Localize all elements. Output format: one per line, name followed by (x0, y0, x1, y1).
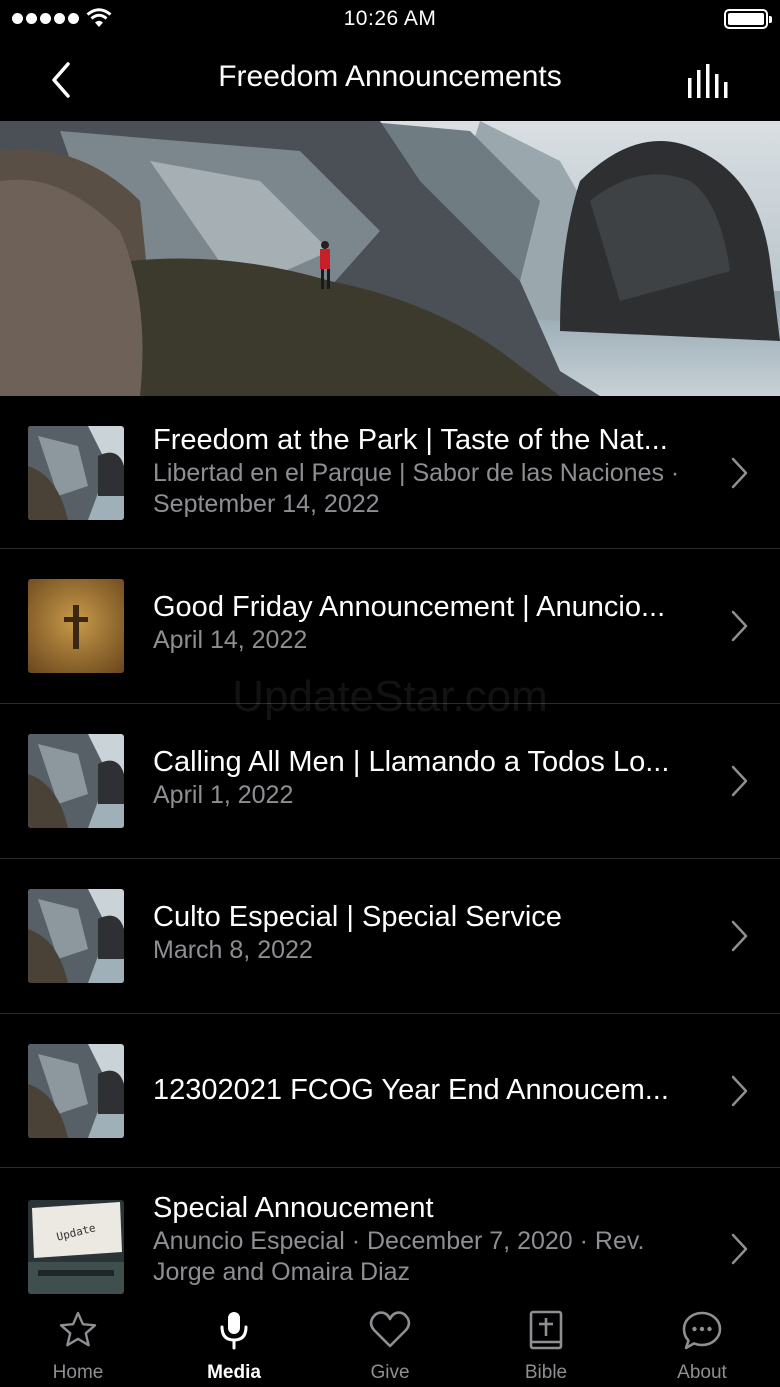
list-item[interactable]: 12302021 FCOG Year End Annoucem... (0, 1014, 780, 1168)
tab-label: Home (52, 1362, 104, 1383)
list-item[interactable]: Good Friday Announcement | Anuncio... Ap… (0, 549, 780, 704)
chevron-right-icon (731, 765, 748, 797)
tab-label: Give (370, 1362, 410, 1383)
item-thumbnail (28, 426, 124, 520)
item-thumbnail (28, 734, 124, 828)
item-title: Calling All Men | Llamando a Todos Lo... (153, 746, 670, 778)
item-title: Good Friday Announcement | Anuncio... (153, 591, 666, 623)
item-subtitle: Libertad en el Parque | Sabor de las Nac… (153, 459, 680, 518)
tab-bible[interactable]: Bible (468, 1294, 624, 1387)
page-title: Freedom Announcements (218, 60, 562, 93)
navigation-bar: Freedom Announcements (0, 40, 780, 120)
chevron-right-icon (731, 1075, 748, 1107)
tab-label: About (677, 1362, 727, 1383)
item-thumbnail (28, 889, 124, 983)
tab-label: Media (207, 1362, 261, 1383)
tab-media[interactable]: Media (156, 1294, 312, 1387)
status-bar: 10:26 AM (0, 0, 780, 40)
item-subtitle: April 14, 2022 (153, 626, 308, 654)
tab-about[interactable]: About (624, 1294, 780, 1387)
item-subtitle: March 8, 2022 (153, 936, 313, 964)
tab-label: Bible (524, 1362, 568, 1383)
item-thumbnail (28, 1044, 124, 1138)
chat-bubble-icon (682, 1311, 722, 1350)
item-title: Culto Especial | Special Service (153, 901, 562, 933)
media-list: Freedom at the Park | Taste of the Nat..… (0, 396, 780, 1328)
star-icon (59, 1311, 97, 1347)
hero-image (0, 121, 780, 396)
item-title: Freedom at the Park | Taste of the Nat..… (153, 424, 668, 456)
chevron-right-icon (731, 1233, 748, 1265)
item-subtitle: April 1, 2022 (153, 781, 294, 809)
list-item[interactable]: Calling All Men | Llamando a Todos Lo...… (0, 704, 780, 859)
status-time: 10:26 AM (343, 7, 437, 30)
chevron-right-icon (731, 610, 748, 642)
list-item[interactable]: Culto Especial | Special Service March 8… (0, 859, 780, 1014)
audio-bars-icon[interactable] (686, 64, 732, 98)
item-title: Special Annoucement (153, 1192, 434, 1224)
item-title: 12302021 FCOG Year End Annoucem... (153, 1074, 669, 1106)
item-subtitle: Anuncio Especial · December 7, 2020 · Re… (153, 1227, 645, 1286)
item-thumbnail (28, 579, 124, 673)
list-item[interactable]: Freedom at the Park | Taste of the Nat..… (0, 396, 780, 549)
microphone-icon (220, 1312, 248, 1350)
item-thumbnail: Update (28, 1200, 124, 1294)
tab-give[interactable]: Give (312, 1294, 468, 1387)
tab-bar: Home Media Give Bible About (0, 1294, 780, 1387)
chevron-right-icon (731, 920, 748, 952)
chevron-right-icon (731, 457, 748, 489)
battery-icon (724, 9, 772, 29)
heart-icon (369, 1311, 411, 1348)
tab-home[interactable]: Home (0, 1294, 156, 1387)
bible-icon (529, 1310, 563, 1350)
